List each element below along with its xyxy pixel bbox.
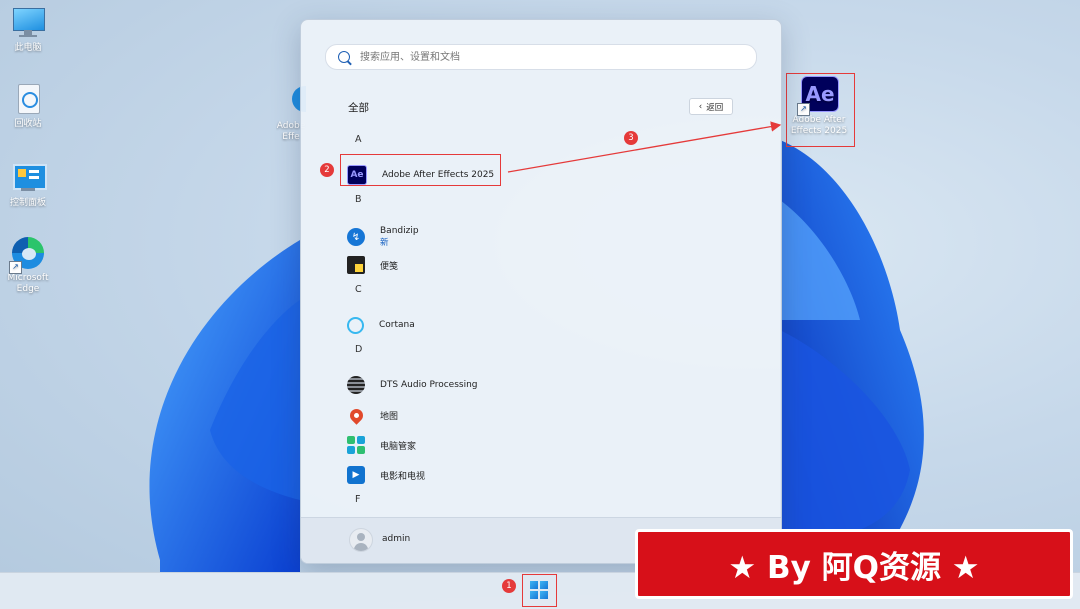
start-menu: 全部 ‹ 返回 A Ae Adobe After Effects 2025 B …	[300, 19, 782, 564]
app-name: 便笺	[380, 261, 399, 272]
app-name: 电影和电视	[380, 471, 426, 482]
step-badge-2: 2	[320, 163, 334, 177]
desktop-icon-label: 控制面板	[9, 198, 46, 208]
annotation-box-start	[522, 574, 557, 607]
back-button[interactable]: ‹ 返回	[689, 98, 733, 115]
back-button-label: 返回	[706, 102, 724, 113]
app-name: Bandizip	[380, 226, 419, 236]
desktop-icon-label: Microsoft Edge	[7, 273, 49, 294]
app-name: Cortana	[379, 320, 415, 330]
app-name: 电脑管家	[380, 441, 417, 452]
desktop-icon-control-panel[interactable]: 控制面板	[0, 161, 56, 209]
app-item-sticky-notes[interactable]: 便笺	[347, 255, 398, 275]
watermark-banner: ★ By 阿Q资源 ★	[635, 529, 1073, 599]
search-icon	[338, 51, 350, 63]
step-badge-3: 3	[624, 131, 638, 145]
chevron-left-icon: ‹	[698, 101, 703, 112]
desktop-icon-label: 此电脑	[14, 43, 42, 53]
annotation-box-shortcut	[786, 73, 855, 147]
maps-icon	[346, 405, 366, 425]
pc-manager-icon	[347, 436, 365, 454]
all-apps-title: 全部	[348, 102, 369, 114]
app-item-dts-audio[interactable]: DTS Audio Processing	[347, 375, 478, 395]
edge-icon: ↗	[9, 236, 45, 274]
shortcut-arrow-icon: ↗	[9, 261, 22, 274]
group-header-c[interactable]: C	[355, 284, 362, 295]
movies-tv-icon: ▶	[347, 466, 365, 484]
search-input[interactable]	[358, 50, 742, 64]
group-header-b[interactable]: B	[355, 194, 362, 205]
username[interactable]: admin	[382, 534, 410, 544]
desktop-icon-recycle-bin[interactable]: 回收站	[0, 82, 56, 130]
group-header-f[interactable]: F	[355, 494, 360, 505]
monitor-icon	[11, 6, 45, 40]
cortana-icon	[347, 316, 364, 334]
app-item-pc-manager[interactable]: 电脑管家	[347, 435, 416, 455]
annotation-box-app-item	[340, 154, 501, 186]
user-avatar-icon[interactable]	[349, 528, 373, 552]
group-header-d[interactable]: D	[355, 344, 362, 355]
desktop-icon-this-pc[interactable]: 此电脑	[0, 6, 56, 54]
app-name: 地图	[380, 411, 399, 422]
bandizip-icon: ↯	[347, 228, 365, 246]
app-item-maps[interactable]: 地图	[346, 405, 399, 425]
new-badge: 新	[380, 238, 389, 248]
dts-icon	[347, 376, 365, 394]
step-badge-1: 1	[502, 579, 516, 593]
app-item-cortana[interactable]: Cortana	[347, 315, 415, 335]
app-item-bandizip[interactable]: ↯ Bandizip 新	[347, 224, 419, 250]
recycle-bin-icon	[11, 82, 45, 116]
group-header-a[interactable]: A	[355, 134, 362, 145]
desktop-icon-edge[interactable]: ↗ Microsoft Edge	[0, 236, 56, 295]
sticky-notes-icon	[347, 256, 365, 274]
search-box[interactable]	[325, 44, 757, 70]
desktop-icon-label: 回收站	[14, 119, 42, 129]
control-panel-icon	[11, 161, 47, 195]
app-item-movies-tv[interactable]: ▶ 电影和电视	[347, 465, 425, 485]
app-name: DTS Audio Processing	[380, 380, 478, 390]
